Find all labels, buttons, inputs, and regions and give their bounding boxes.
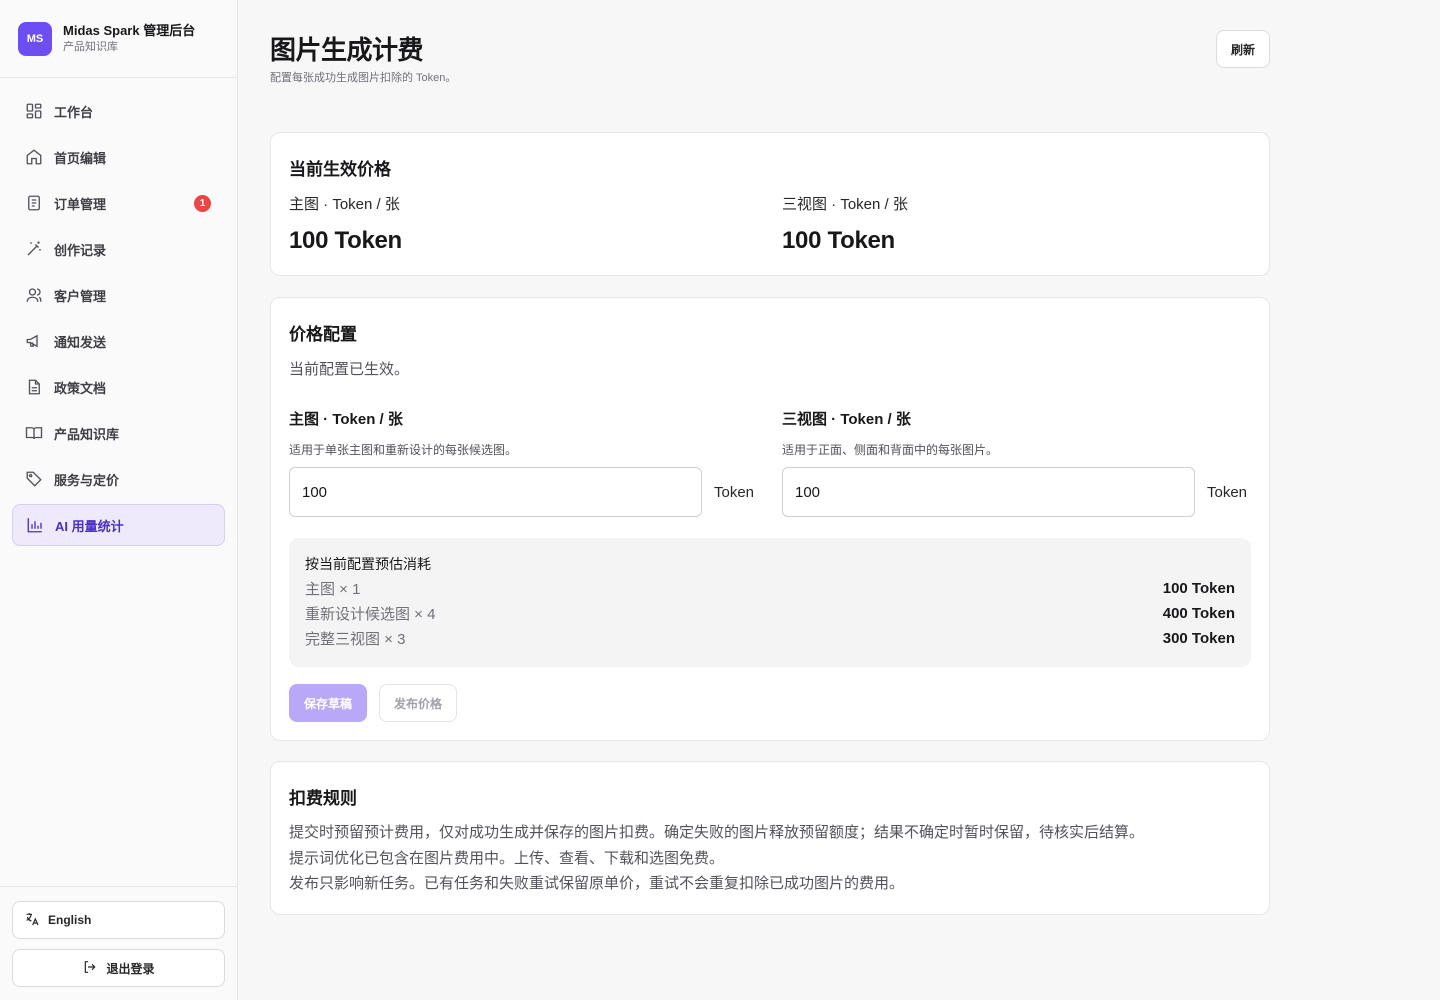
estimate-row: 重新设计候选图 × 4 400 Token bbox=[305, 601, 1235, 626]
order-count-badge: 1 bbox=[194, 195, 211, 212]
sidebar-item-label: 客户管理 bbox=[54, 288, 107, 304]
three-view-price-unit: Token bbox=[1207, 483, 1248, 501]
three-view-price-input[interactable] bbox=[782, 467, 1195, 517]
language-switch-button[interactable]: English bbox=[12, 901, 225, 939]
current-three-view-price-label: 三视图 · Token / 张 bbox=[782, 196, 908, 213]
dashboard-icon bbox=[25, 102, 43, 120]
price-config-title: 价格配置 bbox=[289, 325, 357, 344]
current-main-price-label: 主图 · Token / 张 bbox=[289, 196, 400, 213]
current-price-title: 当前生效价格 bbox=[289, 160, 391, 179]
billing-rules-text: 提交时预留预计费用，仅对成功生成并保存的图片扣费。确定失败的图片释放预留额度；结… bbox=[289, 820, 1144, 897]
sidebar-item-label: AI 用量统计 bbox=[55, 518, 124, 534]
estimate-row-label: 完整三视图 × 3 bbox=[305, 631, 406, 648]
book-icon bbox=[25, 424, 43, 442]
sidebar-nav: 工作台 首页编辑 订单管理 1 创作记录 客户管理 通知发送 政策文档 产品知识… bbox=[0, 78, 237, 546]
billing-rules-card: 扣费规则 提交时预留预计费用，仅对成功生成并保存的图片扣费。确定失败的图片释放预… bbox=[270, 761, 1270, 915]
estimate-row: 主图 × 1 100 Token bbox=[305, 576, 1235, 601]
page-subtitle: 配置每张成功生成图片扣除的 Token。 bbox=[270, 72, 457, 84]
sidebar-item-ai-usage[interactable]: AI 用量统计 bbox=[12, 504, 225, 546]
three-view-price-field: 三视图 · Token / 张 适用于正面、侧面和背面中的每张图片。 Token bbox=[782, 408, 1252, 517]
current-main-price-value: 100 Token bbox=[289, 227, 402, 254]
main-price-unit: Token bbox=[714, 483, 755, 501]
sidebar-item-pricing[interactable]: 服务与定价 bbox=[12, 458, 225, 500]
language-label: English bbox=[48, 913, 92, 927]
three-view-price-label: 三视图 · Token / 张 bbox=[782, 411, 911, 428]
sidebar-item-creations[interactable]: 创作记录 bbox=[12, 228, 225, 270]
estimate-row-value: 300 Token bbox=[1162, 630, 1235, 647]
estimate-title: 按当前配置预估消耗 bbox=[305, 556, 431, 572]
sidebar-item-label: 产品知识库 bbox=[54, 426, 120, 442]
estimate-row-label: 主图 × 1 bbox=[305, 581, 361, 598]
billing-rules-title: 扣费规则 bbox=[289, 789, 357, 808]
config-actions: 保存草稿 发布价格 bbox=[289, 684, 457, 722]
tag-icon bbox=[25, 470, 43, 488]
refresh-button[interactable]: 刷新 bbox=[1216, 30, 1270, 68]
document-icon bbox=[25, 378, 43, 396]
publish-price-button[interactable]: 发布价格 bbox=[379, 684, 457, 722]
magic-wand-icon bbox=[25, 240, 43, 258]
sidebar-item-label: 工作台 bbox=[54, 104, 94, 120]
sidebar-item-home-edit[interactable]: 首页编辑 bbox=[12, 136, 225, 178]
sidebar-footer: English 退出登录 bbox=[0, 886, 237, 1000]
rule-line: 提交时预留预计费用，仅对成功生成并保存的图片扣费。确定失败的图片释放预留额度；结… bbox=[289, 824, 1145, 841]
estimate-row-value: 400 Token bbox=[1162, 605, 1235, 622]
estimate-row-label: 重新设计候选图 × 4 bbox=[305, 606, 436, 623]
main-price-field: 主图 · Token / 张 适用于单张主图和重新设计的每张候选图。 Token bbox=[289, 408, 759, 517]
sidebar-item-label: 订单管理 bbox=[54, 196, 107, 212]
sidebar-item-knowledge-base[interactable]: 产品知识库 bbox=[12, 412, 225, 454]
sidebar-item-label: 首页编辑 bbox=[54, 150, 107, 166]
main-price-help: 适用于单张主图和重新设计的每张候选图。 bbox=[289, 443, 518, 457]
estimate-row-value: 100 Token bbox=[1162, 580, 1235, 597]
brand-subtitle: 产品知识库 bbox=[63, 41, 118, 53]
sidebar-item-label: 政策文档 bbox=[54, 380, 107, 396]
brand-header: MS Midas Spark 管理后台 产品知识库 bbox=[0, 0, 237, 78]
page-title: 图片生成计费 bbox=[270, 35, 424, 65]
current-price-card: 当前生效价格 主图 · Token / 张 100 Token 三视图 · To… bbox=[270, 132, 1270, 276]
user-icon bbox=[25, 286, 43, 304]
save-draft-button[interactable]: 保存草稿 bbox=[289, 684, 367, 722]
config-status-text: 当前配置已生效。 bbox=[289, 361, 410, 378]
sidebar-item-label: 通知发送 bbox=[54, 334, 107, 350]
logout-button[interactable]: 退出登录 bbox=[12, 949, 225, 987]
current-three-view-price-value: 100 Token bbox=[782, 227, 895, 254]
sidebar-item-label: 创作记录 bbox=[54, 242, 107, 258]
megaphone-icon bbox=[25, 332, 43, 350]
order-icon bbox=[25, 194, 43, 212]
sidebar: MS Midas Spark 管理后台 产品知识库 工作台 首页编辑 订单管理 … bbox=[0, 0, 238, 1000]
three-view-price-help: 适用于正面、侧面和背面中的每张图片。 bbox=[782, 443, 999, 457]
translate-icon bbox=[24, 911, 40, 930]
sidebar-item-policies[interactable]: 政策文档 bbox=[12, 366, 225, 408]
estimate-row: 完整三视图 × 3 300 Token bbox=[305, 626, 1235, 651]
brand-name: Midas Spark 管理后台 bbox=[63, 23, 196, 38]
bar-chart-icon bbox=[26, 516, 44, 534]
estimate-panel: 按当前配置预估消耗 主图 × 1 100 Token 重新设计候选图 × 4 4… bbox=[289, 538, 1251, 667]
current-three-view-price: 三视图 · Token / 张 100 Token bbox=[782, 193, 908, 255]
rule-line: 提示词优化已包含在图片费用中。上传、查看、下载和选图免费。 bbox=[289, 849, 725, 867]
sidebar-item-orders[interactable]: 订单管理 1 bbox=[12, 182, 225, 224]
main-price-label: 主图 · Token / 张 bbox=[289, 411, 403, 428]
price-config-card: 价格配置 当前配置已生效。 主图 · Token / 张 适用于单张主图和重新设… bbox=[270, 297, 1270, 741]
brand-logo: MS bbox=[18, 21, 52, 56]
sidebar-item-label: 服务与定价 bbox=[54, 472, 120, 488]
main-price-input[interactable] bbox=[289, 467, 702, 517]
logout-label: 退出登录 bbox=[106, 961, 155, 976]
home-icon bbox=[25, 148, 43, 166]
sidebar-item-dashboard[interactable]: 工作台 bbox=[12, 90, 225, 132]
sidebar-item-customers[interactable]: 客户管理 bbox=[12, 274, 225, 316]
sidebar-item-notifications[interactable]: 通知发送 bbox=[12, 320, 225, 362]
rule-line: 发布只影响新任务。已有任务和失败重试保留原单价，重试不会重复扣除已成功图片的费用… bbox=[289, 875, 905, 892]
current-main-price: 主图 · Token / 张 100 Token bbox=[289, 193, 402, 255]
logout-icon bbox=[82, 959, 98, 978]
